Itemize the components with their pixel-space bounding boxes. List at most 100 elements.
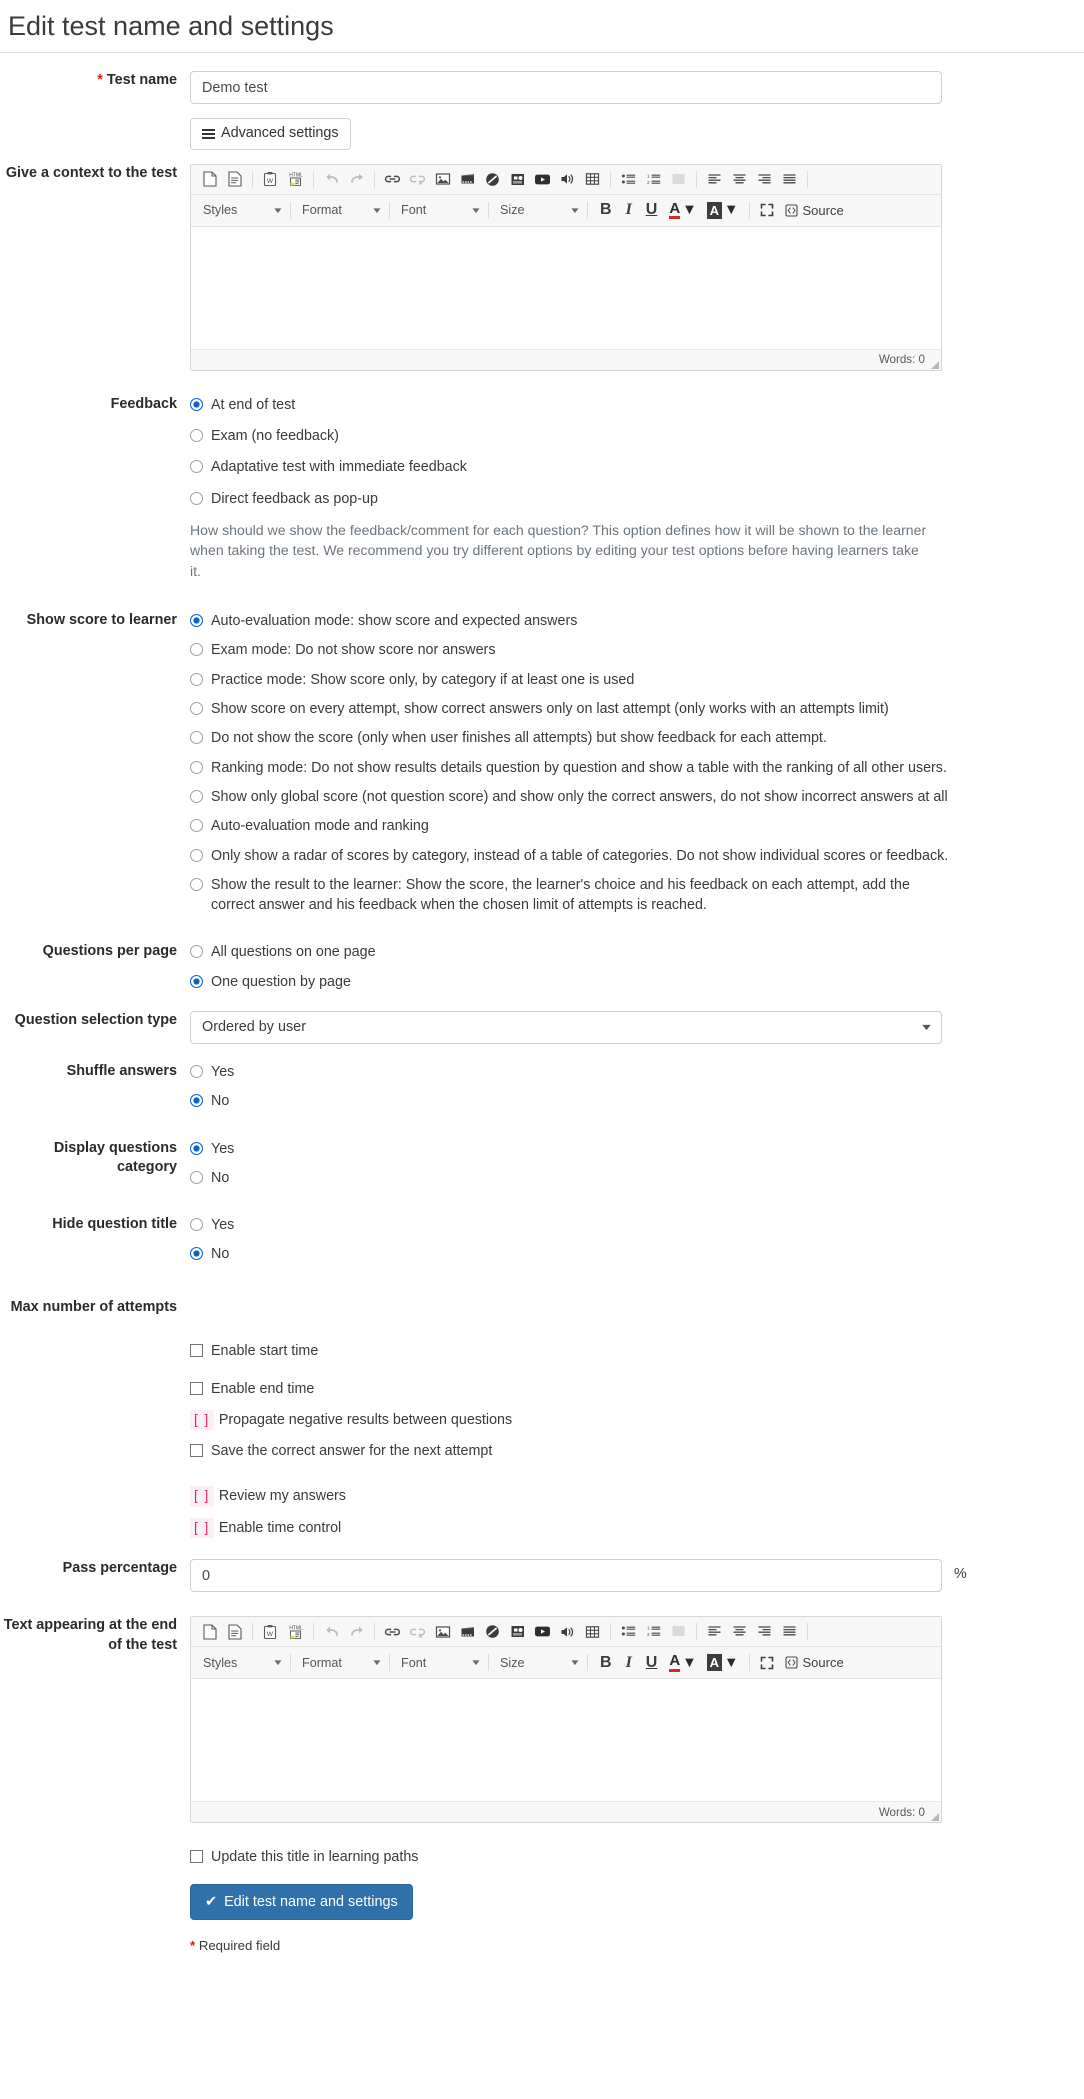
- display-questions-category-option[interactable]: No: [190, 1168, 1074, 1188]
- submit-button[interactable]: ✔ Edit test name and settings: [190, 1884, 413, 1921]
- image-icon[interactable]: [430, 1620, 455, 1643]
- hide-question-title-option[interactable]: No: [190, 1244, 1074, 1264]
- text-color-button[interactable]: A ▼: [664, 201, 701, 220]
- table-icon[interactable]: [580, 168, 605, 191]
- align-justify-icon[interactable]: [777, 1620, 802, 1643]
- align-left-icon[interactable]: [702, 1620, 727, 1643]
- radio-icon[interactable]: [190, 491, 203, 505]
- link-icon[interactable]: [380, 168, 405, 191]
- bold-button[interactable]: B: [593, 1654, 619, 1672]
- undo-icon[interactable]: [319, 1620, 344, 1643]
- radio-icon[interactable]: [190, 614, 203, 628]
- radio-icon[interactable]: [190, 1218, 203, 1232]
- size-dropdown[interactable]: Size ▼: [494, 199, 582, 221]
- underline-button[interactable]: U: [639, 201, 665, 219]
- bg-color-button[interactable]: A ▼: [702, 201, 744, 219]
- align-center-icon[interactable]: [727, 1620, 752, 1643]
- styles-dropdown[interactable]: Styles ▼: [197, 1652, 285, 1674]
- maximize-icon[interactable]: [755, 1651, 780, 1674]
- radio-icon[interactable]: [190, 643, 203, 657]
- show-score-option[interactable]: Only show a radar of scores by category,…: [190, 846, 1074, 866]
- feedback-option[interactable]: Exam (no feedback): [190, 426, 1074, 446]
- bg-color-button[interactable]: A ▼: [702, 1654, 744, 1672]
- numbered-list-icon[interactable]: 12: [641, 1620, 666, 1643]
- source-button[interactable]: Source: [780, 1655, 849, 1670]
- show-score-option[interactable]: Auto-evaluation mode: show score and exp…: [190, 611, 1074, 631]
- radio-icon[interactable]: [190, 848, 203, 862]
- radio-icon[interactable]: [190, 702, 203, 716]
- end-text-editor[interactable]: W HTML 12 Styles ▼ Format ▼ Font ▼ Size …: [190, 1616, 942, 1824]
- font-dropdown[interactable]: Font ▼: [395, 1652, 483, 1674]
- unlink-icon[interactable]: [405, 1620, 430, 1643]
- pass-percentage-input[interactable]: 0: [190, 1559, 942, 1593]
- format-dropdown[interactable]: Format ▼: [296, 199, 384, 221]
- format-dropdown[interactable]: Format ▼: [296, 1652, 384, 1674]
- redo-icon[interactable]: [344, 1620, 369, 1643]
- align-right-icon[interactable]: [752, 1620, 777, 1643]
- checkbox-icon[interactable]: [190, 1344, 203, 1358]
- italic-button[interactable]: I: [619, 1654, 639, 1672]
- resize-grip[interactable]: [931, 1813, 939, 1822]
- align-justify-icon[interactable]: [777, 168, 802, 191]
- new-page-icon[interactable]: [197, 1620, 222, 1643]
- new-page-icon[interactable]: [197, 168, 222, 191]
- radio-icon[interactable]: [190, 945, 203, 959]
- toggle-save-correct-answer[interactable]: Save the correct answer for the next att…: [190, 1441, 1074, 1461]
- align-center-icon[interactable]: [727, 168, 752, 191]
- radio-icon[interactable]: [190, 1064, 203, 1078]
- align-right-icon[interactable]: [752, 168, 777, 191]
- templates-icon[interactable]: [222, 1620, 247, 1643]
- context-editor-body[interactable]: [191, 226, 941, 349]
- show-score-option[interactable]: Show score on every attempt, show correc…: [190, 699, 1074, 719]
- question-selection-select[interactable]: Ordered by user ▼: [190, 1010, 942, 1044]
- flash-icon[interactable]: [455, 168, 480, 191]
- checkbox-icon[interactable]: [190, 1381, 203, 1395]
- shuffle-answers-option[interactable]: Yes: [190, 1062, 1074, 1082]
- radio-icon[interactable]: [190, 397, 203, 411]
- shuffle-answers-option[interactable]: No: [190, 1091, 1074, 1111]
- audio-record-icon[interactable]: [505, 1620, 530, 1643]
- templates-icon[interactable]: [222, 168, 247, 191]
- maximize-icon[interactable]: [755, 199, 780, 222]
- justify-block-icon[interactable]: [666, 1620, 691, 1643]
- radio-icon[interactable]: [190, 974, 203, 988]
- radio-icon[interactable]: [190, 1141, 203, 1155]
- underline-button[interactable]: U: [639, 1654, 665, 1672]
- sound-icon[interactable]: [555, 168, 580, 191]
- radio-icon[interactable]: [190, 1247, 203, 1261]
- radio-icon[interactable]: [190, 760, 203, 774]
- hide-question-title-option[interactable]: Yes: [190, 1215, 1074, 1235]
- radio-icon[interactable]: [190, 1170, 203, 1184]
- numbered-list-icon[interactable]: 12: [641, 168, 666, 191]
- questions-per-page-option[interactable]: All questions on one page: [190, 942, 1074, 962]
- show-score-option[interactable]: Show only global score (not question sco…: [190, 787, 1074, 807]
- test-name-input[interactable]: Demo test: [190, 71, 942, 105]
- toggle-propagate-negative-results[interactable]: [ ] Propagate negative results between qu…: [190, 1409, 1074, 1431]
- radio-icon[interactable]: [190, 1094, 203, 1108]
- show-score-option[interactable]: Exam mode: Do not show score nor answers: [190, 640, 1074, 660]
- toggle-enable-time-control[interactable]: [ ] Enable time control: [190, 1517, 1074, 1539]
- radio-icon[interactable]: [190, 877, 203, 891]
- bulleted-list-icon[interactable]: [616, 168, 641, 191]
- bulleted-list-icon[interactable]: [616, 1620, 641, 1643]
- paste-from-html-icon[interactable]: HTML: [283, 168, 308, 191]
- link-icon[interactable]: [380, 1620, 405, 1643]
- paste-from-html-icon[interactable]: HTML: [283, 1620, 308, 1643]
- source-button[interactable]: Source: [780, 203, 849, 218]
- show-score-option[interactable]: Practice mode: Show score only, by categ…: [190, 670, 1074, 690]
- font-dropdown[interactable]: Font ▼: [395, 199, 483, 221]
- video-icon[interactable]: [530, 1620, 555, 1643]
- italic-button[interactable]: I: [619, 201, 639, 219]
- audio-record-icon[interactable]: [505, 168, 530, 191]
- radio-icon[interactable]: [190, 819, 203, 833]
- bold-button[interactable]: B: [593, 201, 619, 219]
- radio-icon[interactable]: [190, 789, 203, 803]
- text-color-button[interactable]: A ▼: [664, 1653, 701, 1672]
- questions-per-page-option[interactable]: One question by page: [190, 972, 1074, 992]
- feedback-option[interactable]: Adaptative test with immediate feedback: [190, 457, 1074, 477]
- toggle-review-my-answers[interactable]: [ ] Review my answers: [190, 1486, 1074, 1507]
- iframe-icon[interactable]: [480, 1620, 505, 1643]
- update-title-checkbox-row[interactable]: Update this title in learning paths: [190, 1847, 1074, 1867]
- show-score-option[interactable]: Ranking mode: Do not show results detail…: [190, 758, 1074, 778]
- iframe-icon[interactable]: [480, 168, 505, 191]
